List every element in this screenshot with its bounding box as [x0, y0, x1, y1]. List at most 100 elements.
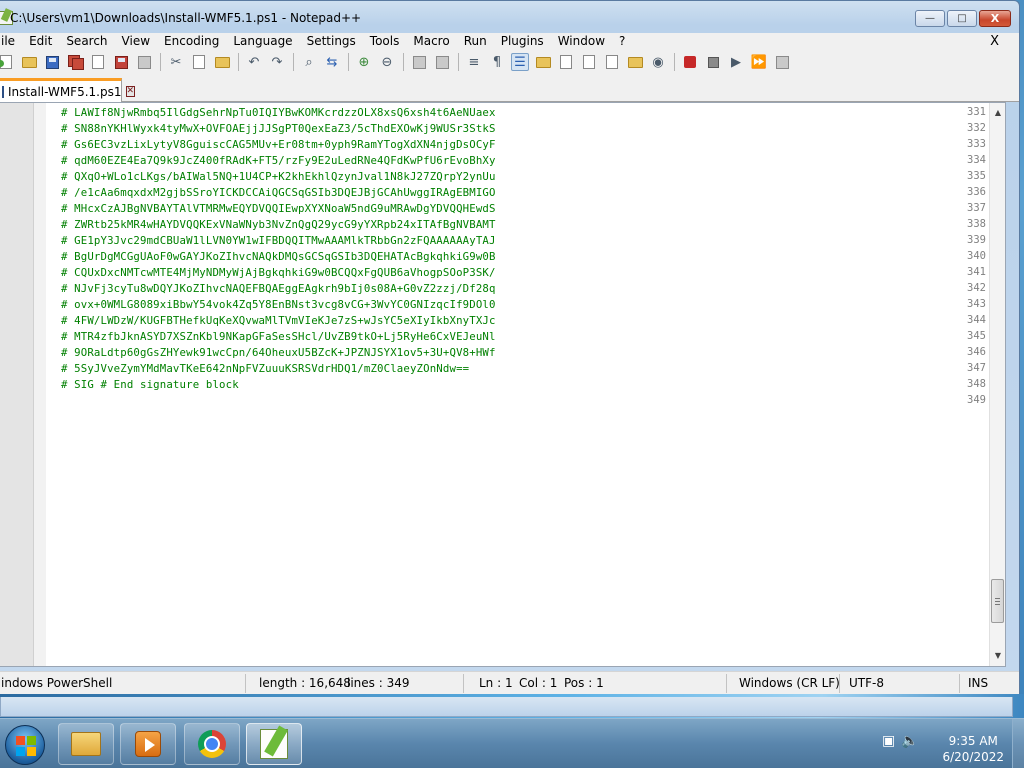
minimize-button[interactable]: — [915, 10, 945, 27]
menu-settings[interactable]: Settings [300, 33, 363, 50]
code-line[interactable]: # BgUrDgMCGgUAoF0wGAYJKoZIhvcNAQkDMQsGCS… [61, 250, 496, 263]
file-icon [2, 85, 4, 98]
toolbar-separator [347, 53, 349, 71]
code-line[interactable]: # Gs6EC3vzLixLytyV8GguiscCAG5MUv+Er08tm+… [61, 138, 496, 151]
code-line[interactable]: # qdM60EZE4Ea7Q9k9JcZ400fRAdK+FT5/rzFy9E… [61, 154, 496, 167]
save-macro-icon[interactable] [773, 53, 791, 71]
cut-icon[interactable]: ✂ [167, 53, 185, 71]
menu-file[interactable]: ile [0, 33, 22, 50]
code-line[interactable]: # SIG # End signature block [61, 378, 239, 391]
print-icon[interactable] [135, 53, 153, 71]
menu-tools[interactable]: Tools [363, 33, 407, 50]
code-line[interactable]: # MTR4zfbJknASYD7XSZnKbl9NKapGFaSesSHcl/… [61, 330, 496, 343]
document-map-icon[interactable] [534, 53, 552, 71]
code-line[interactable]: # ZWRtb25kMR4wHAYDVQQKExVNaWNyb3NvZnQgQ2… [61, 218, 496, 231]
menu-search[interactable]: Search [59, 33, 114, 50]
undo-icon[interactable]: ↶ [245, 53, 263, 71]
paste-icon[interactable] [213, 53, 231, 71]
show-desktop-button[interactable] [1012, 719, 1024, 768]
status-length: length : 16,648 [259, 676, 351, 690]
scroll-up-arrow-icon[interactable]: ▲ [990, 105, 1005, 121]
line-number: 345 [967, 330, 986, 342]
word-wrap-icon[interactable]: ≡ [465, 53, 483, 71]
sync-horizontal-icon[interactable] [433, 53, 451, 71]
udl-icon[interactable] [557, 53, 575, 71]
code-line[interactable]: # 4FW/LWDzW/KUGFBTHefkUqKeXQvwaMlTVmVIeK… [61, 314, 496, 327]
title-bar[interactable]: C:\Users\vm1\Downloads\Install-WMF5.1.ps… [0, 1, 1019, 33]
line-number: 341 [967, 266, 986, 278]
replace-icon[interactable]: ⇆ [323, 53, 341, 71]
menu-macro[interactable]: Macro [406, 33, 456, 50]
taskbar-chrome[interactable] [184, 723, 240, 765]
record-macro-icon[interactable] [681, 53, 699, 71]
window-bottom-frame [0, 697, 1013, 717]
media-player-icon [135, 731, 161, 757]
status-encoding[interactable]: UTF-8 [849, 676, 884, 690]
code-line[interactable]: # 5SyJVveZymYMdMavTKeE642nNpFVZuuuKSRSVd… [61, 362, 469, 375]
play-macro-icon[interactable]: ▶ [727, 53, 745, 71]
code-line[interactable]: # ovx+0WMLG8089xiBbwY54vok4Zq5Y8EnBNst3v… [61, 298, 496, 311]
line-number: 347 [967, 362, 986, 374]
menu-run[interactable]: Run [457, 33, 494, 50]
stop-macro-icon[interactable] [704, 53, 722, 71]
code-line[interactable]: # LAWIf8NjwRmbq5IlGdgSehrNpTu0IQIYBwKOMK… [61, 106, 496, 119]
toolbar: ✂ ↶ ↷ ⌕ ⇆ ⊕ ⊖ ≡ ¶ ☰ ◉ ▶ ⏩ [0, 50, 1019, 74]
clock-date: 6/20/2022 [942, 750, 1004, 764]
network-icon[interactable]: ▣ [882, 733, 895, 749]
close-document-button[interactable]: X [990, 33, 999, 50]
volume-icon[interactable]: 🔈 [901, 733, 918, 749]
scroll-down-arrow-icon[interactable]: ▼ [990, 648, 1005, 664]
folder-as-workspace-icon[interactable] [603, 53, 621, 71]
code-line[interactable]: # MHcxCzAJBgNVBAYTAlVTMRMwEQYDVQQIEwpXYX… [61, 202, 496, 215]
new-file-icon[interactable] [0, 53, 15, 71]
find-icon[interactable]: ⌕ [300, 53, 318, 71]
menu-edit[interactable]: Edit [22, 33, 59, 50]
function-list-icon[interactable] [580, 53, 598, 71]
zoom-in-icon[interactable]: ⊕ [355, 53, 373, 71]
indent-guide-icon[interactable]: ☰ [511, 53, 529, 71]
save-all-icon[interactable] [66, 53, 84, 71]
menu-help[interactable]: ? [612, 33, 632, 50]
tab-bar: Install-WMF5.1.ps1 ✕ [0, 74, 1019, 102]
show-all-characters-icon[interactable]: ¶ [488, 53, 506, 71]
doc-switcher-icon[interactable] [626, 53, 644, 71]
editor-pane[interactable]: 331 # LAWIf8NjwRmbq5IlGdgSehrNpTu0IQIYBwK… [0, 102, 1006, 667]
sync-vertical-icon[interactable] [410, 53, 428, 71]
code-line[interactable]: # QXqO+WLo1cLKgs/bAIWal5NQ+1U4CP+K2khEkh… [61, 170, 496, 183]
code-line[interactable]: # /e1cAa6mqxdxM2gjbSSroYICKDCCAiQGCSqGSI… [61, 186, 496, 199]
menu-language[interactable]: Language [226, 33, 299, 50]
taskbar-media-player[interactable] [120, 723, 176, 765]
zoom-out-icon[interactable]: ⊖ [378, 53, 396, 71]
maximize-button[interactable]: □ [947, 10, 977, 27]
copy-icon[interactable] [190, 53, 208, 71]
redo-icon[interactable]: ↷ [268, 53, 286, 71]
menu-view[interactable]: View [115, 33, 157, 50]
code-line[interactable]: # SN88nYKHlWyxk4tyMwX+OVFOAEjjJJSgPT0Qex… [61, 122, 496, 135]
menu-plugins[interactable]: Plugins [494, 33, 551, 50]
line-number: 344 [967, 314, 986, 326]
clock[interactable]: 9:35 AM 6/20/2022 [942, 733, 1004, 765]
code-line[interactable]: # 9ORaLdtp60gGsZHYewk91wcCpn/64OheuxU5BZ… [61, 346, 496, 359]
vertical-scrollbar[interactable]: ▲ ▼ [989, 103, 1005, 666]
close-file-icon[interactable] [89, 53, 107, 71]
tab-close-icon[interactable]: ✕ [125, 86, 136, 97]
close-button[interactable]: X [979, 10, 1011, 27]
scrollbar-thumb[interactable] [991, 579, 1004, 623]
tab-install-wmf[interactable]: Install-WMF5.1.ps1 ✕ [0, 78, 136, 102]
code-line[interactable]: # GE1pY3Jvc29mdCBUaW1lLVN0YW1wIFBDQQITMw… [61, 234, 496, 247]
status-eol[interactable]: Windows (CR LF) [739, 676, 840, 690]
taskbar-explorer[interactable] [58, 723, 114, 765]
save-icon[interactable] [43, 53, 61, 71]
status-insert-mode[interactable]: INS [968, 676, 988, 690]
menu-window[interactable]: Window [551, 33, 612, 50]
code-line[interactable]: # NJvFj3cyTu8wDQYJKoZIhvcNAQEFBQAEggEAgk… [61, 282, 496, 295]
close-all-icon[interactable] [112, 53, 130, 71]
line-number: 349 [967, 394, 986, 406]
run-macro-multiple-icon[interactable]: ⏩ [750, 53, 768, 71]
menu-encoding[interactable]: Encoding [157, 33, 226, 50]
monitoring-icon[interactable]: ◉ [649, 53, 667, 71]
start-button[interactable] [5, 725, 45, 765]
code-line[interactable]: # CQUxDxcNMTcwMTE4MjMyNDMyWjAjBgkqhkiG9w… [61, 266, 496, 279]
taskbar-notepadpp[interactable] [246, 723, 302, 765]
open-file-icon[interactable] [20, 53, 38, 71]
